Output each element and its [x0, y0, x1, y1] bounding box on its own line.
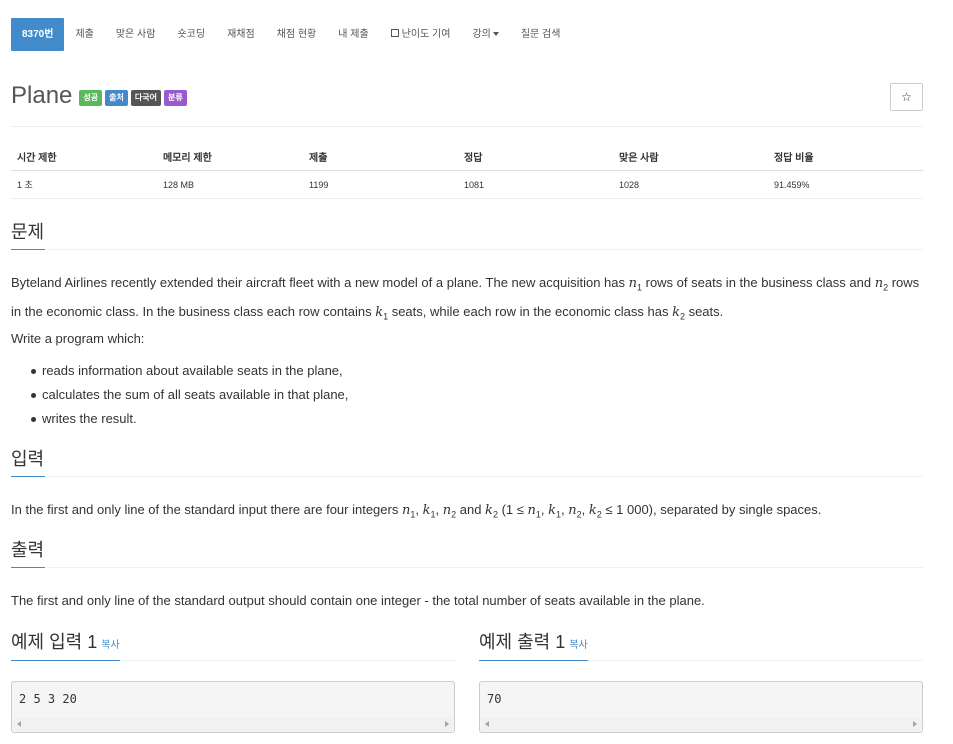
- stats-accepted-users: 1028: [613, 170, 768, 199]
- scroll-right-arrow-icon[interactable]: [913, 721, 917, 727]
- label-success[interactable]: 성공: [79, 90, 103, 106]
- stats-memory-limit: 128 MB: [157, 170, 303, 199]
- scroll-left-arrow-icon[interactable]: [17, 721, 21, 727]
- problem-title-row: Plane 성공 출처 다국어 분류: [11, 82, 187, 110]
- nav-short-coding[interactable]: 숏코딩: [166, 18, 216, 51]
- horizontal-scrollbar[interactable]: [481, 718, 921, 731]
- nav-problem-number[interactable]: 8370번: [11, 18, 65, 51]
- output-section-header: 출력: [11, 538, 923, 568]
- nav-difficulty-contribution[interactable]: 난이도 기여: [380, 18, 462, 51]
- desc-text: rows of seats in the business class and: [642, 275, 875, 290]
- list-item: calculates the sum of all seats availabl…: [31, 383, 348, 407]
- problem-section-header: 문제: [11, 220, 923, 250]
- output-section-title: 출력: [11, 538, 46, 568]
- list-item: reads information about available seats …: [31, 359, 348, 383]
- problem-description-paragraph: Byteland Airlines recently extended thei…: [11, 275, 920, 322]
- sample-output-header: 예제 출력 1 복사: [479, 628, 923, 661]
- stats-accepted: 1081: [458, 170, 613, 199]
- sample-output-box[interactable]: 70: [479, 681, 923, 733]
- nav-rejudge[interactable]: 재채점: [216, 18, 266, 51]
- scroll-left-arrow-icon[interactable]: [485, 721, 489, 727]
- label-source[interactable]: 출처: [105, 90, 128, 106]
- sample-output-title-text: 예제 출력 1: [479, 632, 566, 652]
- stats-header-submissions: 제출: [303, 143, 458, 171]
- desc-text: Byteland Airlines recently extended thei…: [11, 275, 629, 290]
- desc-text: seats, while each row in the economic cl…: [388, 303, 673, 319]
- input-text: and: [456, 502, 486, 517]
- star-icon: ☆: [901, 90, 912, 104]
- nav-my-submissions[interactable]: 내 제출: [327, 18, 379, 51]
- scroll-right-arrow-icon[interactable]: [445, 721, 449, 727]
- stats-ratio: 91.459%: [768, 170, 923, 199]
- nav-lectures-dropdown[interactable]: 강의: [461, 18, 509, 51]
- stats-header-memory-limit: 메모리 제한: [157, 143, 303, 171]
- sample-input-value: 2 5 3 20: [19, 692, 77, 706]
- input-section-header: 입력: [11, 447, 923, 477]
- nav-status[interactable]: 채점 현황: [266, 18, 328, 51]
- input-text: ≤ 1 000), separated by single spaces.: [601, 502, 822, 517]
- stats-submissions: 1199: [303, 170, 458, 199]
- sample-input-title: 예제 입력 1 복사: [11, 628, 120, 661]
- label-category[interactable]: 분류: [163, 90, 187, 106]
- stats-header-time-limit: 시간 제한: [11, 143, 157, 171]
- favorite-star-button[interactable]: ☆: [890, 83, 923, 111]
- title-divider: [11, 126, 923, 127]
- stats-header-accepted: 정답: [458, 143, 613, 171]
- copy-sample-input-button[interactable]: 복사: [101, 640, 119, 651]
- task-list: reads information about available seats …: [31, 359, 348, 431]
- label-multilingual[interactable]: 다국어: [130, 90, 161, 106]
- external-link-icon: [390, 29, 399, 37]
- stats-value-row: 1 초 128 MB 1199 1081 1028 91.459%: [11, 170, 923, 199]
- problem-nav: 8370번 제출 맞은 사람 숏코딩 재채점 채점 현황 내 제출 난이도 기여…: [11, 18, 571, 51]
- nav-submit[interactable]: 제출: [64, 18, 104, 51]
- output-description: The first and only line of the standard …: [11, 593, 705, 608]
- nav-difficulty-label: 난이도 기여: [401, 29, 451, 40]
- input-text: In the first and only line of the standa…: [11, 502, 402, 517]
- nav-lectures-label: 강의: [472, 29, 491, 40]
- input-text: (1 ≤: [497, 502, 528, 517]
- sample-input-header: 예제 입력 1 복사: [11, 628, 455, 661]
- stats-header-ratio: 정답 비율: [768, 143, 923, 171]
- sample-output-value: 70: [487, 692, 502, 706]
- stats-time-limit: 1 초: [11, 170, 157, 199]
- problem-labels: 성공 출처 다국어 분류: [79, 90, 187, 106]
- sample-input-title-text: 예제 입력 1: [11, 632, 98, 652]
- problem-section-title: 문제: [11, 220, 46, 250]
- sample-output-title: 예제 출력 1 복사: [479, 628, 588, 661]
- problem-description-intro: Write a program which:: [11, 331, 145, 346]
- input-section-title: 입력: [11, 447, 46, 477]
- stats-header-row: 시간 제한 메모리 제한 제출 정답 맞은 사람 정답 비율: [11, 143, 923, 171]
- nav-accepted-users[interactable]: 맞은 사람: [105, 18, 167, 51]
- stats-header-accepted-users: 맞은 사람: [613, 143, 768, 171]
- problem-stats-table: 시간 제한 메모리 제한 제출 정답 맞은 사람 정답 비율 1 초 128 M…: [11, 143, 923, 199]
- horizontal-scrollbar[interactable]: [13, 718, 453, 731]
- list-item: writes the result.: [31, 407, 348, 431]
- copy-sample-output-button[interactable]: 복사: [569, 640, 587, 651]
- problem-title: Plane: [11, 82, 73, 109]
- desc-text: seats.: [684, 303, 724, 319]
- nav-question-search[interactable]: 질문 검색: [510, 18, 572, 51]
- sample-input-box[interactable]: 2 5 3 20: [11, 681, 455, 733]
- input-description: In the first and only line of the standa…: [11, 502, 822, 520]
- caret-down-icon: [492, 32, 499, 37]
